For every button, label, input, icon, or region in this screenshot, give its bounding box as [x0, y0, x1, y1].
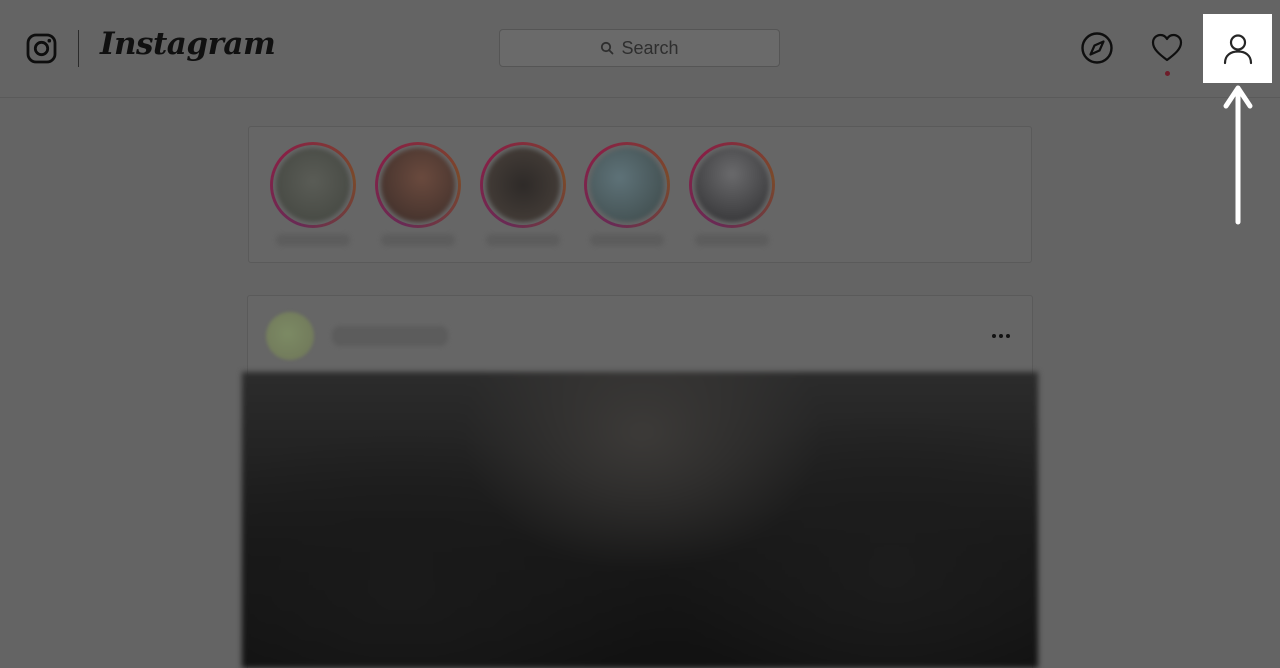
post-media-image[interactable]	[242, 372, 1038, 668]
more-options-dot	[1006, 334, 1010, 338]
heart-icon[interactable]	[1150, 32, 1184, 64]
story-avatar	[695, 148, 769, 222]
instagram-wordmark-logo[interactable]: Instagram	[100, 26, 276, 62]
search-input[interactable]: Search	[499, 29, 780, 67]
story-username-blurred	[590, 234, 664, 246]
post-author-username-blurred[interactable]	[332, 326, 448, 346]
notification-dot	[1165, 71, 1170, 76]
more-options-button[interactable]	[988, 324, 1014, 348]
story-username-blurred	[381, 234, 455, 246]
story-ring	[375, 142, 461, 228]
story-username-blurred	[486, 234, 560, 246]
story-ring	[270, 142, 356, 228]
story-item[interactable]	[375, 142, 461, 252]
instagram-glyph-icon[interactable]	[26, 33, 57, 64]
callout-arrow-icon	[1223, 85, 1253, 225]
story-ring	[584, 142, 670, 228]
search-icon	[601, 41, 614, 55]
stories-tray	[248, 126, 1032, 263]
story-username-blurred	[695, 234, 769, 246]
more-options-dot	[992, 334, 996, 338]
story-avatar	[486, 148, 560, 222]
top-navigation-bar: Instagram Search	[0, 0, 1280, 98]
explore-compass-icon[interactable]	[1080, 31, 1114, 65]
story-item[interactable]	[689, 142, 775, 252]
story-ring	[689, 142, 775, 228]
header-divider	[78, 30, 79, 67]
post-author-avatar[interactable]	[266, 312, 314, 360]
story-item[interactable]	[480, 142, 566, 252]
profile-icon	[1223, 33, 1252, 64]
search-placeholder: Search	[621, 37, 679, 58]
story-item[interactable]	[270, 142, 356, 252]
story-username-blurred	[276, 234, 350, 246]
story-avatar	[276, 148, 350, 222]
story-ring	[480, 142, 566, 228]
profile-button[interactable]	[1203, 14, 1272, 83]
more-options-dot	[999, 334, 1003, 338]
story-avatar	[590, 148, 664, 222]
story-avatar	[381, 148, 455, 222]
story-item[interactable]	[584, 142, 670, 252]
